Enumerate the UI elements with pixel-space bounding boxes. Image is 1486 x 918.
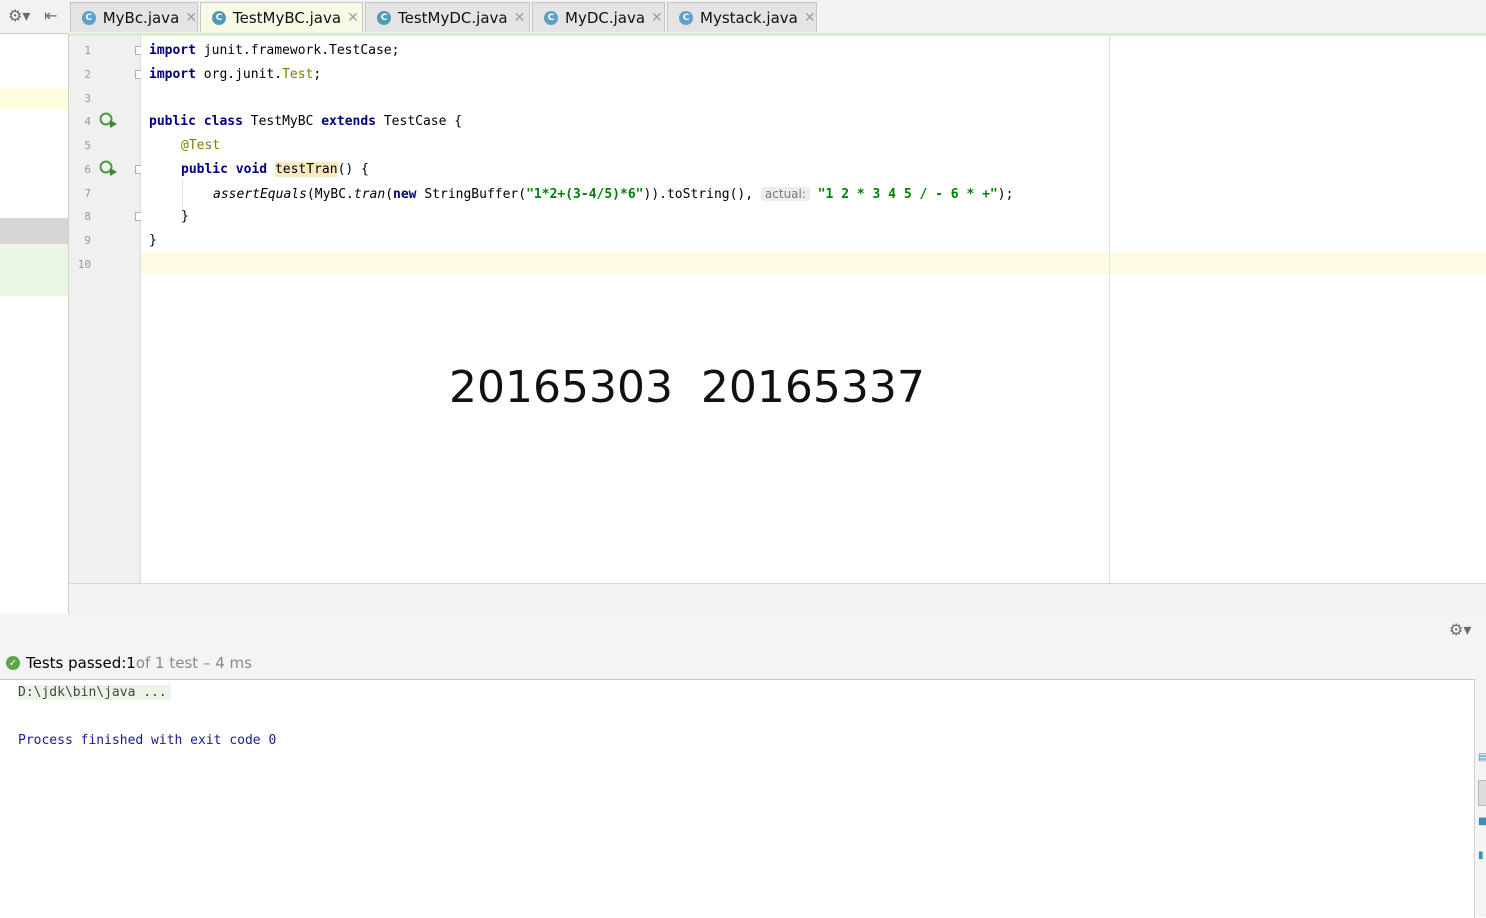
keyword: extends [321, 114, 377, 129]
close-icon[interactable]: ✕ [651, 10, 663, 26]
tab-mybc[interactable]: C MyBc.java ✕ [70, 2, 198, 32]
gear-icon[interactable]: ⚙▾ [8, 7, 30, 25]
line-number: 3 [84, 92, 91, 105]
code-text: ); [997, 187, 1014, 202]
tab-label: MyBc.java [102, 8, 180, 27]
line-number: 8 [84, 210, 91, 223]
console-command[interactable]: D:\jdk\bin\java ... [18, 685, 171, 700]
console-exit-line: Process finished with exit code 0 [18, 733, 277, 748]
test-class-icon: C [212, 10, 226, 25]
keyword: import [149, 43, 196, 58]
line-number: 10 [77, 258, 91, 271]
keyword: class [203, 114, 243, 129]
code-text: } [181, 209, 189, 224]
code-line[interactable]: import org.junit.Test; [149, 66, 321, 84]
status-label: Tests passed: [26, 654, 127, 672]
string-literal: "1 2 * 3 4 5 / - 6 * +" [817, 187, 998, 202]
code-text: ; [313, 67, 322, 82]
keyword: public [181, 162, 228, 177]
wrap-icon[interactable]: ▤ [1478, 752, 1486, 763]
code-text: () { [337, 162, 369, 177]
close-icon[interactable]: ✕ [347, 10, 359, 26]
class-icon: C [544, 10, 558, 25]
string-literal: "1*2+(3-4/5)*6" [526, 187, 644, 202]
change-marker [0, 244, 68, 296]
code-line[interactable]: } [149, 232, 157, 250]
right-margin-guide [1109, 36, 1110, 583]
line-number: 1 [84, 44, 91, 57]
method-call: tran [353, 187, 386, 202]
line-number: 6 [84, 163, 91, 176]
left-tool-strip [0, 34, 69, 614]
class-ref: Test [282, 67, 314, 82]
tab-mystack[interactable]: C Mystack.java ✕ [667, 2, 817, 32]
keyword: new [393, 187, 417, 202]
editor-status-strip [69, 583, 1486, 615]
code-line[interactable]: public class TestMyBC extends TestCase { [149, 113, 462, 131]
student-id-overlay: 20165303 20165337 [449, 362, 925, 413]
line-number: 9 [84, 234, 91, 247]
test-status: ✓ Tests passed: 1 of 1 test – 4 ms [6, 654, 252, 672]
pin-left-icon[interactable]: ⇤ [44, 7, 57, 25]
test-class-icon: C [377, 10, 391, 25]
gear-icon[interactable]: ⚙▾ [1449, 620, 1471, 639]
close-icon[interactable]: ✕ [185, 10, 197, 26]
code-text: StringBuffer( [416, 187, 527, 202]
code-line[interactable]: } [181, 208, 189, 226]
print-icon[interactable]: ■ [1478, 816, 1486, 827]
close-icon[interactable]: ✕ [514, 10, 526, 26]
code-line[interactable]: assertEquals(MyBC.tran(new StringBuffer(… [213, 185, 1013, 204]
method-call: assertEquals [213, 187, 307, 202]
keyword: public [149, 114, 196, 129]
code-text: junit.framework.TestCase; [195, 43, 400, 58]
console-line: D:\jdk\bin\java ... [18, 685, 171, 700]
trash-icon[interactable]: ▮ [1478, 850, 1486, 861]
keyword: import [149, 67, 196, 82]
tab-bar-tools: ⚙▾ ⇤ [0, 0, 68, 33]
tab-label: TestMyBC.java [233, 8, 342, 27]
tab-mydc[interactable]: C MyDC.java ✕ [532, 2, 665, 32]
parameter-hint: actual: [760, 187, 810, 201]
code-text: } [149, 233, 157, 248]
tab-testmydc[interactable]: C TestMyDC.java ✕ [365, 2, 530, 32]
code-text: TestCase { [376, 114, 463, 129]
check-icon: ✓ [6, 656, 20, 670]
tab-label: TestMyDC.java [398, 8, 508, 27]
code-line[interactable]: public void testTran() { [181, 161, 369, 179]
code-text: )).toString(), [643, 187, 761, 202]
caret-row-highlight [141, 252, 1486, 274]
code-text: ( [385, 187, 394, 202]
scroll-marker [0, 218, 68, 244]
class-name: TestMyBC [242, 114, 322, 129]
annotation: @Test [181, 138, 221, 153]
run-test-icon[interactable] [99, 160, 117, 176]
tab-testmybc[interactable]: C TestMyBC.java ✕ [200, 2, 363, 32]
code-line[interactable]: @Test [181, 137, 220, 155]
code-line[interactable]: import junit.framework.TestCase; [149, 42, 399, 60]
code-text: org.junit. [195, 67, 283, 82]
line-number: 5 [84, 139, 91, 152]
scroll-thumb[interactable] [1478, 780, 1486, 806]
run-test-icon[interactable] [99, 112, 117, 128]
keyword: void [235, 162, 268, 177]
class-icon: C [679, 10, 693, 25]
method-name: testTran [274, 162, 338, 177]
code-text: (MyBC. [306, 187, 354, 202]
status-detail: of 1 test – 4 ms [135, 654, 252, 672]
tab-label: MyDC.java [565, 8, 646, 27]
tab-label: Mystack.java [700, 8, 798, 27]
line-number: 4 [84, 115, 91, 128]
line-number: 2 [84, 68, 91, 81]
console-output[interactable] [0, 679, 1475, 918]
class-icon: C [82, 10, 96, 25]
line-number: 7 [84, 187, 91, 200]
status-count: 1 [126, 654, 136, 672]
caret-marker [0, 88, 68, 110]
close-icon[interactable]: ✕ [804, 10, 816, 26]
